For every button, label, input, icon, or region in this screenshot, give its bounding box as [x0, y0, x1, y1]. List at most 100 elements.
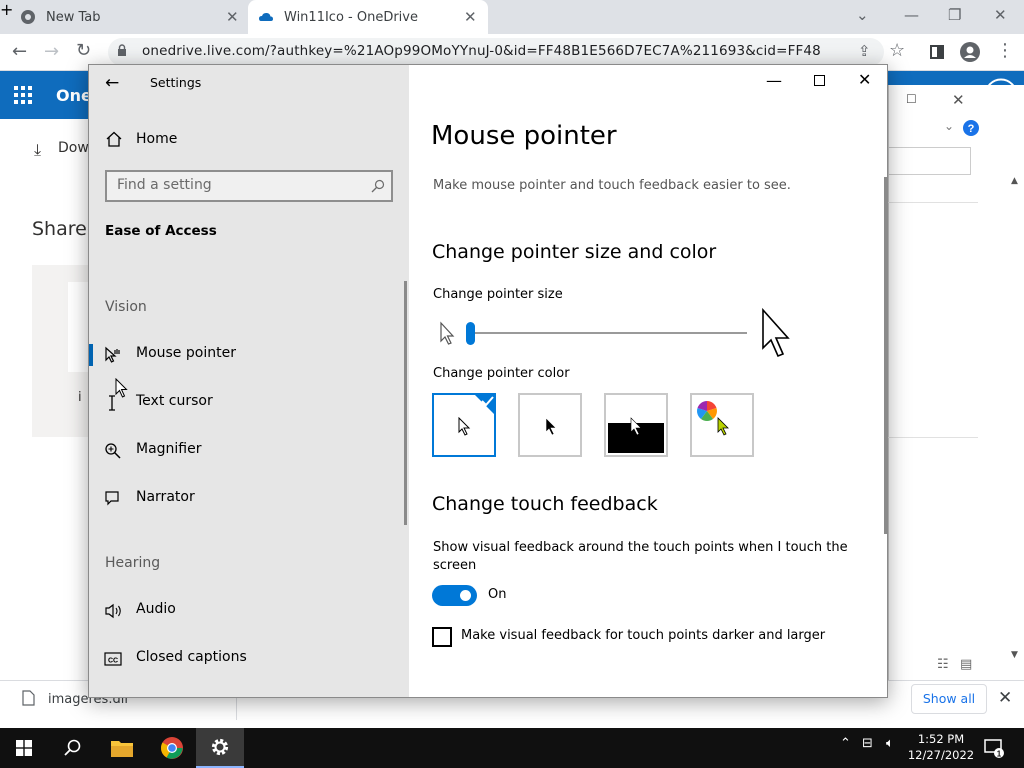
background-dialog-input: [888, 147, 971, 175]
new-tab-icon[interactable]: +: [0, 0, 13, 19]
color-wheel-icon: [697, 401, 717, 421]
clock-date: 12/27/2022: [907, 748, 975, 762]
file-explorer-taskbar-button[interactable]: [98, 728, 146, 768]
large-pointer-icon: [762, 308, 790, 358]
sidebar-scrollbar[interactable]: [404, 281, 407, 525]
taskbar-clock[interactable]: 1:52 PM 12/27/2022: [906, 731, 976, 763]
sidebar-item-label: Mouse pointer: [136, 345, 236, 361]
narrator-icon: [105, 491, 119, 506]
search-icon: [371, 179, 385, 193]
pointer-size-label: Change pointer size: [433, 287, 563, 302]
file-icon: [22, 690, 35, 706]
page-title: Mouse pointer: [431, 121, 617, 151]
menu-kebab-icon[interactable]: ⋮: [996, 40, 1014, 61]
reload-icon[interactable]: ↻: [76, 40, 91, 61]
back-icon[interactable]: ←: [12, 41, 27, 62]
close-window-icon[interactable]: ✕: [994, 6, 1007, 24]
thumbnail-view-icon: ▤: [960, 657, 973, 672]
darker-larger-feedback-checkbox[interactable]: [432, 627, 452, 647]
close-download-bar-icon[interactable]: ✕: [998, 688, 1012, 708]
network-icon[interactable]: ⊟: [862, 736, 873, 751]
divider: [888, 202, 978, 203]
sidebar-item-text-cursor[interactable]: Text cursor: [89, 384, 409, 420]
content-scrollbar[interactable]: [884, 177, 887, 534]
download-button[interactable]: Dow: [58, 140, 89, 156]
black-pointer-icon: [545, 417, 557, 436]
settings-window-title: Settings: [150, 75, 202, 90]
show-all-button[interactable]: Show all: [911, 684, 987, 714]
tab-onedrive[interactable]: Win11Ico - OneDrive ✕: [248, 0, 488, 34]
pointer-color-black-option[interactable]: [518, 393, 582, 457]
bookmark-star-icon[interactable]: ☆: [889, 40, 905, 61]
speaker-icon: [105, 603, 121, 619]
onedrive-brand[interactable]: One: [56, 86, 92, 105]
show-hidden-icons-chevron-icon[interactable]: ⌃: [840, 736, 851, 751]
close-tab-icon[interactable]: ✕: [226, 8, 239, 26]
magnifier-icon: [105, 443, 121, 459]
chrome-taskbar-button[interactable]: [148, 728, 196, 768]
tab-label: Win11Ico - OneDrive: [284, 9, 418, 25]
pointer-color-custom-option[interactable]: [690, 393, 754, 457]
touch-feedback-description: Show visual feedback around the touch po…: [433, 540, 848, 573]
svg-text:?: ?: [968, 123, 975, 135]
profile-icon[interactable]: [960, 42, 980, 62]
app-launcher-icon[interactable]: [14, 86, 32, 104]
sidebar-section-heading: Ease of Access: [105, 223, 217, 239]
chrome-icon: [161, 737, 183, 759]
sidebar-item-home[interactable]: Home: [105, 129, 177, 149]
white-pointer-icon: [458, 417, 471, 436]
pointer-size-slider-thumb[interactable]: [466, 322, 475, 345]
side-panel-icon[interactable]: [930, 45, 944, 59]
sidebar-item-label: Narrator: [136, 489, 195, 505]
download-icon: ⤓: [34, 140, 42, 159]
background-dialog-maximize-icon: ☐: [906, 92, 917, 106]
sidebar-item-label: Text cursor: [136, 393, 213, 409]
settings-sidebar: ← Settings Home Find a setting Ease of A…: [89, 65, 409, 697]
pointer-color-inverted-option[interactable]: [604, 393, 668, 457]
svg-text:CC: CC: [108, 658, 118, 665]
lock-icon: [118, 44, 126, 56]
sidebar-item-magnifier[interactable]: Magnifier: [89, 432, 409, 468]
home-icon: [106, 131, 122, 147]
scroll-up-icon: ▲: [1011, 176, 1018, 186]
tab-label: New Tab: [46, 9, 101, 25]
custom-color-pointer-icon: [717, 417, 729, 436]
inverted-pointer-icon: [630, 417, 642, 436]
background-dialog-close-icon: ✕: [952, 91, 965, 109]
pointer-color-white-option[interactable]: [432, 393, 496, 457]
tab-new-tab[interactable]: New Tab ✕: [8, 0, 246, 34]
selected-indicator: [89, 344, 93, 366]
omnibox[interactable]: onedrive.live.com/?authkey=%21AOp99OMoYY…: [108, 38, 884, 66]
sidebar-item-audio[interactable]: Audio: [89, 592, 409, 628]
gear-icon: [211, 738, 229, 756]
sidebar-group-vision: Vision: [105, 299, 147, 315]
help-icon: ?: [963, 120, 979, 136]
find-setting-input[interactable]: Find a setting: [105, 170, 393, 202]
notification-icon[interactable]: 1: [984, 738, 1004, 758]
sidebar-group-hearing: Hearing: [105, 555, 161, 571]
settings-taskbar-button[interactable]: [196, 728, 244, 768]
sidebar-item-closed-captions[interactable]: CC Closed captions: [89, 640, 409, 676]
pointer-size-slider-track[interactable]: [469, 332, 747, 334]
checkbox-label[interactable]: Make visual feedback for touch points da…: [461, 628, 825, 643]
pointer-color-label: Change pointer color: [433, 366, 570, 381]
scroll-down-icon: ▼: [1011, 650, 1018, 660]
url-text: onedrive.live.com/?authkey=%21AOp99OMoYY…: [142, 43, 822, 59]
tab-search-chevron-icon[interactable]: ⌄: [856, 6, 869, 24]
sidebar-item-mouse-pointer[interactable]: Mouse pointer: [89, 336, 409, 372]
sidebar-item-narrator[interactable]: Narrator: [89, 480, 409, 516]
restore-icon[interactable]: ❐: [948, 6, 961, 24]
close-tab-icon[interactable]: ✕: [464, 8, 477, 26]
back-arrow-icon[interactable]: ←: [105, 73, 119, 93]
clock-time: 1:52 PM: [917, 732, 965, 746]
share-icon[interactable]: ⇪: [858, 42, 871, 60]
onedrive-icon: [259, 12, 273, 21]
settings-content: Mouse pointer Make mouse pointer and tou…: [409, 65, 887, 697]
minimize-icon[interactable]: —: [904, 6, 919, 24]
search-icon[interactable]: [64, 739, 82, 757]
folder-icon: [111, 741, 133, 757]
volume-icon[interactable]: 🔈︎: [886, 736, 894, 751]
forward-icon[interactable]: →: [44, 41, 59, 62]
windows-start-icon[interactable]: [16, 740, 32, 756]
touch-feedback-toggle[interactable]: [432, 585, 477, 606]
